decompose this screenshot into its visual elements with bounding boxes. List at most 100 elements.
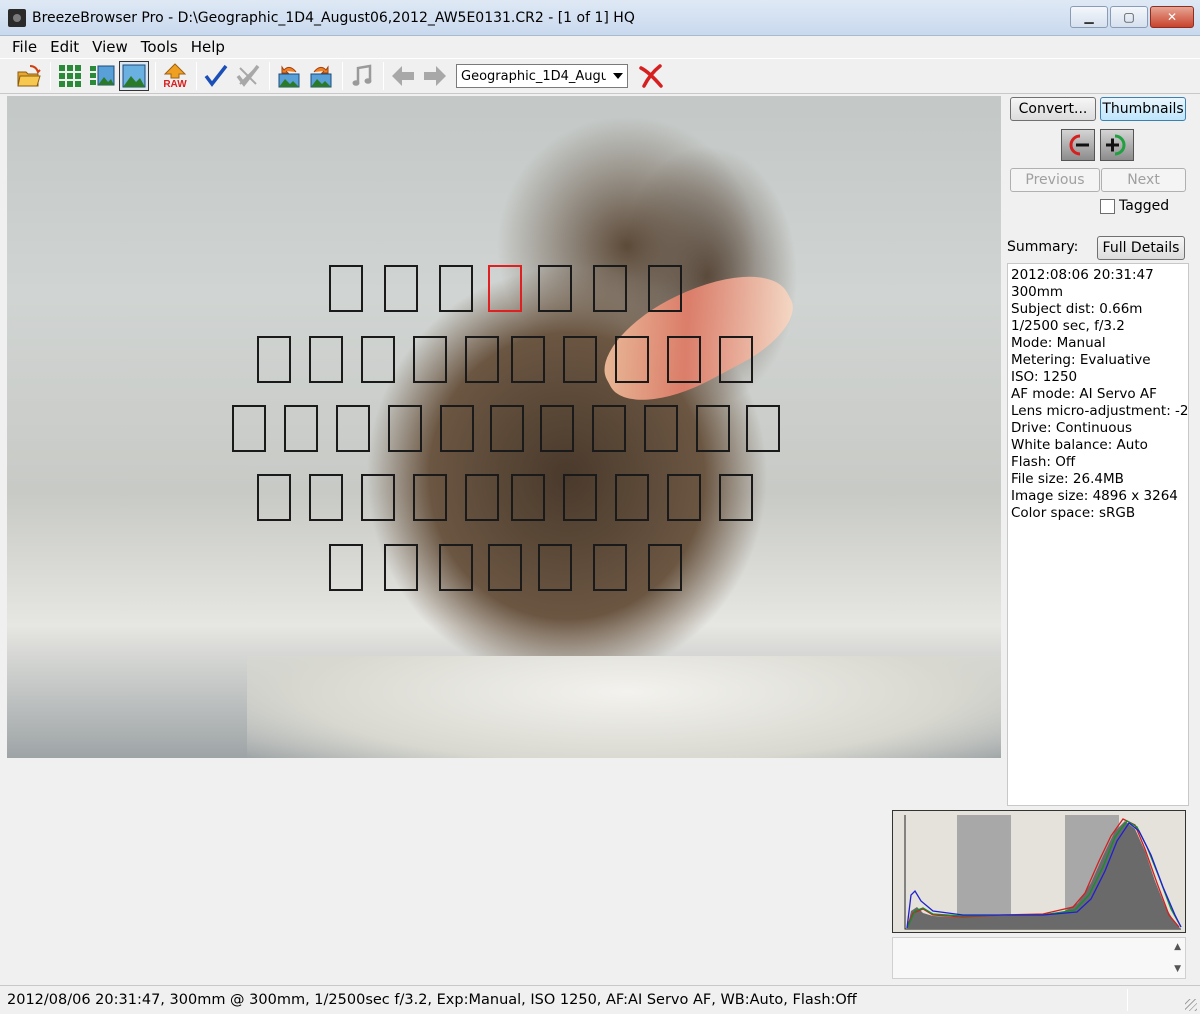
filmstrip-view-button[interactable]: [87, 61, 117, 91]
window-title: BreezeBrowser Pro - D:\Geographic_1D4_Au…: [32, 9, 635, 26]
af-point: [384, 265, 418, 312]
back-button[interactable]: [388, 61, 418, 91]
audio-note-icon: [352, 64, 372, 86]
af-point: [361, 474, 395, 521]
af-point: [488, 544, 522, 591]
next-image-button[interactable]: [1100, 129, 1134, 161]
af-point: [538, 265, 572, 312]
af-point: [329, 265, 363, 312]
menu-view[interactable]: View: [85, 36, 134, 58]
scroll-up-icon[interactable]: ▲: [1174, 942, 1181, 952]
af-point: [648, 265, 682, 312]
tag-button[interactable]: [201, 61, 231, 91]
af-point: [592, 405, 626, 452]
menu-edit[interactable]: Edit: [43, 36, 85, 58]
af-point: [511, 336, 545, 383]
rotate-right-button[interactable]: [306, 61, 336, 91]
tagged-checkbox[interactable]: [1100, 199, 1115, 214]
rotate-left-icon: [278, 65, 300, 88]
af-point: [361, 336, 395, 383]
audio-note-button[interactable]: [347, 61, 377, 91]
tag-check-icon: [204, 64, 228, 87]
delete-button[interactable]: [636, 61, 666, 91]
single-image-view-button[interactable]: [119, 61, 149, 91]
histogram: [892, 810, 1186, 933]
af-point: [563, 474, 597, 521]
file-select-dropdown[interactable]: Geographic_1D4_Augu: [456, 64, 628, 88]
af-point: [667, 474, 701, 521]
minimize-button[interactable]: ▁: [1070, 6, 1108, 28]
toolbar-separator: [269, 62, 270, 90]
rotate-right-icon: [310, 65, 332, 88]
af-point: [439, 544, 473, 591]
raw-convert-button[interactable]: RAW: [160, 61, 190, 91]
image-preview[interactable]: [7, 96, 1001, 758]
af-point: [232, 405, 266, 452]
status-text: 2012/08/06 20:31:47, 300mm @ 300mm, 1/25…: [7, 992, 857, 1008]
raw-convert-icon: RAW: [163, 63, 187, 89]
summary-drive: Drive: Continuous: [1011, 420, 1133, 436]
delete-icon: [639, 64, 663, 88]
raw-label: RAW: [163, 79, 187, 89]
rotate-left-button[interactable]: [274, 61, 304, 91]
menu-bar: File Edit View Tools Help: [0, 36, 1200, 58]
toolbar-separator: [342, 62, 343, 90]
af-point: [413, 474, 447, 521]
open-folder-button[interactable]: [14, 61, 44, 91]
summary-panel: 2012:08:06 20:31:47 300mm Subject dist: …: [1007, 263, 1189, 806]
prev-image-button[interactable]: [1061, 129, 1095, 161]
af-point: [490, 405, 524, 452]
af-point: [511, 474, 545, 521]
summary-color-space: Color space: sRGB: [1011, 505, 1136, 521]
toolbar-separator: [50, 62, 51, 90]
histogram-plot: [904, 815, 1182, 930]
toolbar-separator: [196, 62, 197, 90]
single-image-view-icon: [122, 64, 146, 88]
open-folder-icon: [17, 65, 41, 87]
af-point: [615, 336, 649, 383]
summary-metering: Metering: Evaluative: [1011, 352, 1151, 368]
forward-button[interactable]: [420, 61, 450, 91]
toolbar-separator: [383, 62, 384, 90]
af-point: [329, 544, 363, 591]
status-separator: [1127, 989, 1128, 1011]
rotate-forward-green-icon: [1106, 134, 1126, 156]
maximize-button[interactable]: ▢: [1110, 6, 1148, 28]
summary-af-mode: AF mode: AI Servo AF: [1011, 386, 1157, 402]
summary-image-size: Image size: 4896 x 3264: [1011, 488, 1178, 504]
af-point: [563, 336, 597, 383]
notes-scroll-box[interactable]: ▲ ▼: [892, 937, 1186, 979]
menu-file[interactable]: File: [0, 36, 43, 58]
resize-grip-icon[interactable]: [1185, 999, 1197, 1011]
convert-button[interactable]: Convert...: [1010, 97, 1096, 121]
af-point: [440, 405, 474, 452]
untag-icon: [236, 64, 260, 87]
summary-file-size: File size: 26.4MB: [1011, 471, 1124, 487]
app-camera-icon: [8, 8, 26, 27]
summary-iso: ISO: 1250: [1011, 369, 1078, 385]
af-point: [644, 405, 678, 452]
af-point: [540, 405, 574, 452]
af-point: [465, 336, 499, 383]
af-point: [667, 336, 701, 383]
previous-button[interactable]: Previous: [1010, 168, 1100, 192]
scroll-down-icon[interactable]: ▼: [1174, 964, 1181, 974]
af-point: [615, 474, 649, 521]
status-bar: 2012/08/06 20:31:47, 300mm @ 300mm, 1/25…: [0, 985, 1200, 1014]
thumbnail-grid-button[interactable]: [55, 61, 85, 91]
untag-button[interactable]: [233, 61, 263, 91]
thumbnails-button[interactable]: Thumbnails: [1100, 97, 1186, 121]
af-point: [413, 336, 447, 383]
close-button[interactable]: ✕: [1150, 6, 1194, 28]
next-button[interactable]: Next: [1101, 168, 1186, 192]
summary-lens-adjustment: Lens micro-adjustment: -2: [1011, 403, 1189, 419]
af-point: [719, 336, 753, 383]
menu-help[interactable]: Help: [184, 36, 231, 58]
af-point: [309, 474, 343, 521]
summary-mode: Mode: Manual: [1011, 335, 1106, 351]
menu-tools[interactable]: Tools: [134, 36, 184, 58]
full-details-button[interactable]: Full Details: [1097, 236, 1185, 260]
title-bar: BreezeBrowser Pro - D:\Geographic_1D4_Au…: [0, 0, 1200, 36]
summary-label: Summary:: [1007, 239, 1079, 255]
filmstrip-view-icon: [90, 65, 115, 86]
